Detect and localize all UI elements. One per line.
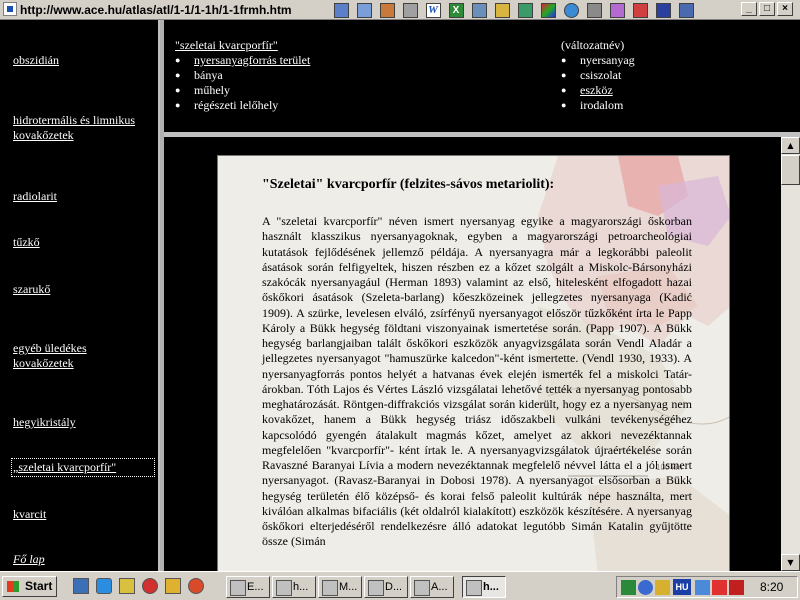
address-toolbar: http://www.ace.hu/atlas/atl/1-1/1-1h/1-1… [0,0,800,20]
article-body: A "szeletai kvarcporfír" néven ismert ny… [262,214,692,549]
calc-icon[interactable] [583,1,605,19]
paint-icon[interactable] [376,1,398,19]
subnav-item-eszkoz[interactable]: eszköz [561,83,635,98]
clipboard-icon[interactable] [399,1,421,19]
subnav-item-banya: bánya [175,68,310,83]
system-tray: HU 8:20 [616,576,798,598]
subnav-right-list: nyersanyag csiszolat eszköz irodalom [561,53,635,113]
subnav-left-list: nyersanyagforrás terület bánya műhely ré… [175,53,310,113]
word-icon[interactable]: W [422,1,444,19]
close-button[interactable]: × [777,2,793,16]
article-title: "Szeletai" kvarcporfír (felzites-sávos m… [262,177,555,192]
nav-item-fo-lap[interactable]: Fő lap [13,552,153,567]
clock: 8:20 [760,580,784,594]
taskbar-task-4[interactable]: D... [364,576,408,598]
tray-network-icon[interactable] [621,580,636,595]
address-url[interactable]: http://www.ace.hu/atlas/atl/1-1/1-1h/1-1… [20,2,326,18]
main-content-frame: 100 km "Szeletai" kvarcporfír (felzites-… [164,137,781,571]
top-sub-nav-frame: "szeletai kvarcporfír" nyersanyagforrás … [164,20,800,132]
subnav-item-nyersanyag: nyersanyag [561,53,635,68]
window-controls: _ □ × [741,2,793,16]
language-indicator[interactable]: HU [673,579,691,595]
article-paper: 100 km "Szeletai" kvarcporfír (felzites-… [217,155,730,571]
nav-item-hegyikristaly[interactable]: hegyikristály [13,415,153,430]
nav-item-kvarcit[interactable]: kvarcit [13,507,153,522]
nav-item-obszidian[interactable]: obszidián [13,53,153,68]
nav-item-egyeb-uledekes[interactable]: egyéb üledékes kovakőzetek [13,341,123,371]
left-nav-frame: obszidián hidrotermális és limnikus kova… [0,20,160,571]
quick-toolbar: W X [330,1,697,19]
tray-acrobat-icon[interactable] [729,580,744,595]
window-icon[interactable] [675,1,697,19]
taskbar-task-2[interactable]: h... [272,576,316,598]
globe-icon[interactable] [560,1,582,19]
subnav-variant-heading: (változatnév) [561,38,625,52]
nav-item-szaruko[interactable]: szarukő [13,282,153,297]
taskbar: Start E... h... M... D... A... h... HU 8… [0,571,800,600]
subnav-item-nyersanyagforras-terulet[interactable]: nyersanyagforrás terület [175,53,310,68]
scroll-thumb[interactable] [781,155,800,185]
tray-antivirus-icon[interactable] [712,580,727,595]
excel-icon[interactable]: X [445,1,467,19]
notepad-icon[interactable] [330,1,352,19]
scroll-down-arrow-icon[interactable]: ▼ [781,554,800,571]
media-player-icon[interactable] [188,578,204,594]
taskbar-task-1[interactable]: E... [226,576,270,598]
scroll-up-arrow-icon[interactable]: ▲ [781,137,800,154]
desktop-icon[interactable] [73,578,89,594]
tray-speaker-icon[interactable] [655,580,670,595]
subnav-item-csiszolat: csiszolat [561,68,635,83]
key-icon[interactable] [491,1,513,19]
taskbar-task-5[interactable]: A... [410,576,454,598]
start-button[interactable]: Start [2,576,57,597]
browser-app-icon[interactable] [3,2,17,16]
main-scrollbar[interactable]: ▲ ▼ [781,137,800,571]
subnav-item-regeszeti-lelohely: régészeti lelőhely [175,98,310,113]
nav-item-radiolarit[interactable]: radiolarit [13,189,153,204]
media-icon[interactable] [468,1,490,19]
taskbar-task-3[interactable]: M... [318,576,362,598]
maximize-button[interactable]: □ [759,2,775,16]
ie-icon[interactable] [96,578,112,594]
copy-icon[interactable] [353,1,375,19]
subnav-item-irodalom: irodalom [561,98,635,113]
paint-brush-icon[interactable] [537,1,559,19]
tray-globe-icon[interactable] [638,580,653,595]
pen-icon[interactable] [629,1,651,19]
subnav-heading-link[interactable]: "szeletai kvarcporfír" [175,38,278,53]
cube-icon[interactable] [606,1,628,19]
subnav-item-muhely: műhely [175,83,310,98]
nav-item-tuzko[interactable]: tűzkő [13,235,153,250]
save-icon[interactable] [652,1,674,19]
opera-icon[interactable] [142,578,158,594]
minimize-button[interactable]: _ [741,2,757,16]
nav-item-szeletai-kvarcporfir[interactable]: „szeletai kvarcporfír" [11,458,155,477]
outlook-icon[interactable] [119,578,135,594]
tray-monitor-icon[interactable] [695,580,710,595]
article-content: "Szeletai" kvarcporfír (felzites-sávos m… [262,176,692,550]
winamp-icon[interactable] [165,578,181,594]
chart-icon[interactable] [514,1,536,19]
taskbar-task-active[interactable]: h... [462,576,506,598]
nav-item-hidrotermalis[interactable]: hidrotermális és limnikus kovakőzetek [13,113,138,143]
